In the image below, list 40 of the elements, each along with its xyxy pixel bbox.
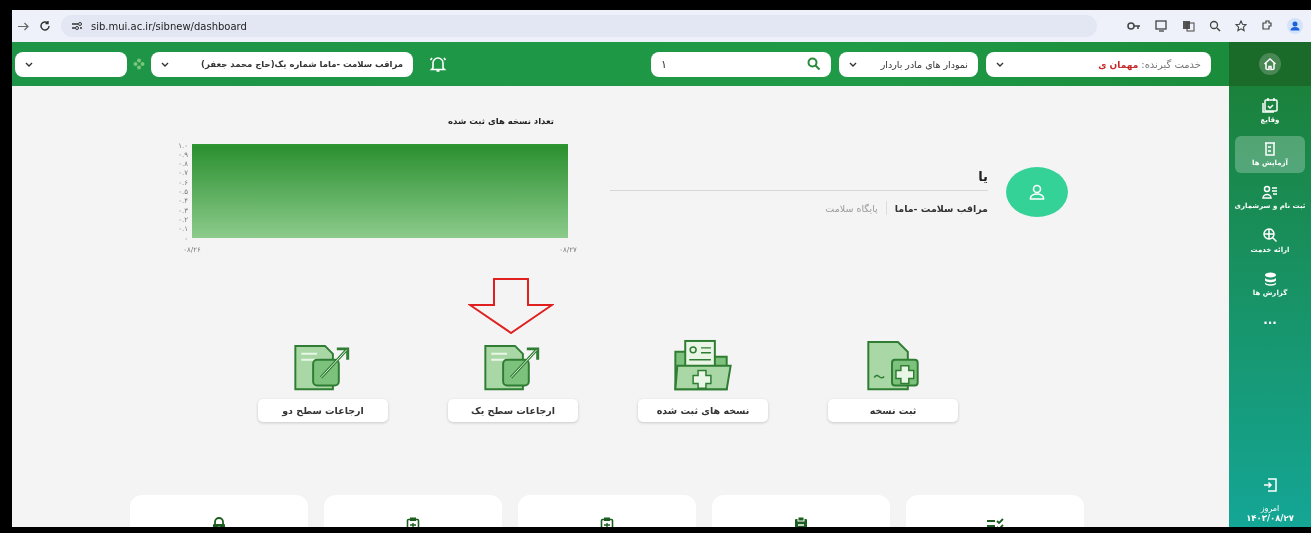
- database-icon: [1263, 272, 1277, 286]
- extensions-icon[interactable]: [1261, 20, 1273, 32]
- role-select[interactable]: مراقب سلامت -ماما شماره یک(حاج محمد جعفر): [151, 51, 413, 77]
- date-text: ۱۴۰۳/۰۸/۲۷: [1246, 513, 1294, 523]
- bookmark-star-icon[interactable]: [1235, 20, 1247, 32]
- user-role: مراقب سلامت -ماما: [894, 202, 988, 214]
- date-label: امروز: [1260, 504, 1280, 513]
- more-button[interactable]: ...: [1263, 313, 1277, 327]
- chart-title: تعداد نسخه های ثبت شده: [448, 116, 554, 126]
- reload-icon[interactable]: [39, 20, 51, 32]
- chevron-down-icon: [25, 61, 33, 67]
- address-bar[interactable]: sib.mui.ac.ir/sibnew/dashboard: [61, 15, 1097, 37]
- search-field[interactable]: ۱: [651, 51, 831, 77]
- install-icon[interactable]: [1155, 20, 1168, 32]
- chevron-down-icon: [161, 61, 169, 67]
- translate-icon[interactable]: [1182, 20, 1195, 32]
- forward-icon[interactable]: [18, 21, 29, 31]
- bell-icon[interactable]: [429, 55, 447, 73]
- calendar-icon: [1262, 98, 1278, 113]
- unit-select[interactable]: [15, 51, 127, 77]
- action-button[interactable]: ارجاعات سطح یک: [448, 399, 578, 422]
- chevron-down-icon: [996, 61, 1004, 67]
- user-list-icon: [1262, 185, 1278, 199]
- checklist-icon: [986, 517, 1004, 527]
- action-button[interactable]: ارجاعات سطح دو: [258, 399, 388, 422]
- user-name: یا: [977, 169, 988, 184]
- chevron-down-icon: [849, 61, 857, 67]
- user-icon: [1028, 183, 1046, 201]
- key-icon[interactable]: [1127, 21, 1141, 31]
- search-icon[interactable]: [807, 57, 821, 71]
- profile-icon[interactable]: [1287, 18, 1303, 34]
- client-select[interactable]: خدمت گیرنده: مهمان ی: [986, 51, 1211, 77]
- home-icon: [1259, 53, 1281, 75]
- zoom-icon[interactable]: [1209, 20, 1221, 32]
- user-unit: پایگاه سلامت: [825, 202, 878, 214]
- action-button[interactable]: ثبت نسخه: [828, 399, 958, 422]
- action-button[interactable]: نسخه های ثبت شده: [638, 399, 768, 422]
- globe-search-icon: [1262, 228, 1278, 243]
- chart-select[interactable]: نمودار های مادر باردار: [839, 51, 978, 77]
- logout-icon[interactable]: [1263, 478, 1277, 492]
